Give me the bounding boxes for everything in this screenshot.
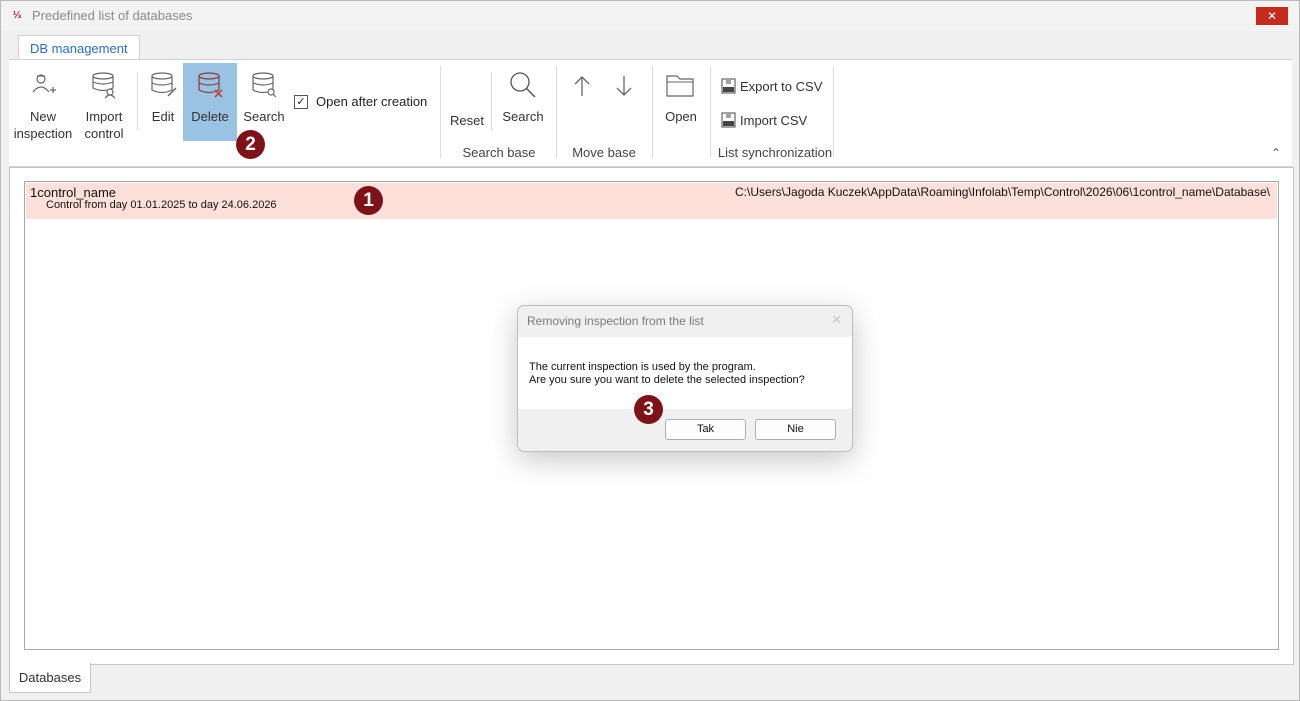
group-separator [652, 66, 653, 158]
dialog-title: Removing inspection from the list [527, 314, 704, 328]
new-inspection-label-2: inspection [13, 126, 73, 141]
confirm-delete-dialog: Removing inspection from the list ✕ The … [517, 305, 853, 452]
folder-open-icon [666, 75, 694, 97]
import-csv-button[interactable]: Import CSV [721, 111, 825, 131]
open-after-creation-label: Open after creation [316, 94, 428, 109]
import-control-icon [92, 72, 116, 99]
group-separator [710, 66, 711, 158]
database-description: Control from day 01.01.2025 to day 24.06… [46, 199, 277, 211]
database-path: C:\Users\Jagoda Kuczek\AppData\Roaming\I… [735, 185, 1270, 199]
import-control-button[interactable]: Import control [75, 70, 133, 144]
group-separator [440, 66, 441, 158]
move-down-button[interactable] [610, 74, 638, 102]
delete-label: Delete [191, 109, 229, 124]
yes-button[interactable]: Tak [665, 419, 746, 440]
tab-databases[interactable]: Databases [9, 663, 91, 693]
reset-button[interactable]: Reset [445, 112, 489, 132]
reset-label: Reset [450, 113, 484, 128]
dialog-message-line-2: Are you sure you want to delete the sele… [529, 374, 805, 386]
database-delete-icon [198, 72, 223, 98]
arrow-down-icon [616, 76, 632, 96]
group-label-search-base: Search base [462, 145, 536, 160]
new-inspection-icon [32, 74, 56, 93]
tab-db-management[interactable]: DB management [18, 35, 140, 61]
group-separator [556, 66, 557, 158]
step-marker-3: 3 [634, 395, 663, 424]
no-button[interactable]: Nie [755, 419, 836, 440]
step-marker-2: 2 [236, 130, 265, 159]
magnifier-icon [510, 72, 536, 98]
list-item[interactable]: 1control_name Control from day 01.01.202… [26, 183, 1277, 219]
dialog-message-area: The current inspection is used by the pr… [518, 337, 852, 409]
checkbox-check-icon[interactable]: ✓ [294, 95, 308, 109]
app-logo-icon: ⅓ [12, 10, 22, 21]
database-name: 1control_name [30, 185, 116, 200]
delete-button[interactable]: Delete [183, 63, 237, 141]
import-csv-label: Import CSV [740, 113, 808, 128]
separator [491, 72, 492, 130]
separator [137, 72, 138, 130]
csv-export-icon [721, 78, 736, 94]
search-label: Search [243, 109, 285, 124]
edit-label: Edit [151, 109, 175, 124]
collapse-ribbon-icon[interactable]: ⌃ [1271, 146, 1281, 160]
window-title: Predefined list of databases [32, 8, 193, 23]
dialog-message-line-1: The current inspection is used by the pr… [529, 361, 756, 373]
new-inspection-label-1: New [29, 109, 56, 124]
group-separator [833, 66, 834, 158]
group-label-move-base: Move base [572, 145, 636, 160]
group-label-list-synchronization: List synchronization [717, 145, 833, 160]
open-button[interactable]: Open [659, 70, 703, 144]
import-control-label-2: control [84, 126, 124, 141]
dialog-close-icon[interactable]: ✕ [831, 312, 842, 328]
search-base-label: Search [502, 109, 544, 124]
open-label: Open [665, 109, 697, 124]
search-base-button[interactable]: Search [497, 70, 549, 144]
edit-button[interactable]: Edit [143, 70, 183, 144]
export-csv-button[interactable]: Export to CSV [721, 77, 825, 97]
new-inspection-button[interactable]: New inspection [11, 70, 75, 144]
main-window: ⅓ Predefined list of databases ✕ DB mana… [0, 0, 1300, 701]
ribbon: New inspection Import control Edit Delet… [9, 59, 1292, 167]
database-edit-icon [151, 72, 177, 97]
title-bar: ⅓ Predefined list of databases ✕ [1, 1, 1299, 31]
import-control-label-1: Import [85, 109, 123, 124]
move-up-button[interactable] [568, 74, 596, 102]
ribbon-tab-strip: DB management [9, 32, 1292, 61]
arrow-up-icon [574, 76, 590, 96]
csv-import-icon [721, 112, 736, 128]
close-button[interactable]: ✕ [1256, 7, 1288, 25]
database-search-icon [252, 72, 277, 98]
step-marker-1: 1 [354, 186, 383, 215]
export-csv-label: Export to CSV [740, 79, 823, 94]
